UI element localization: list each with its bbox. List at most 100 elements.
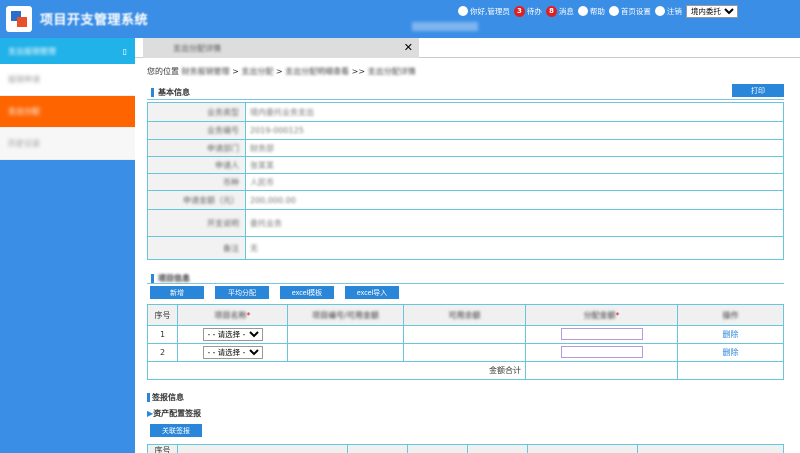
logout-label: 注销: [666, 6, 682, 16]
column-header: 项目编号/可用金额: [287, 304, 404, 326]
info-key-text: 申请人: [215, 160, 239, 170]
user-icon: [458, 6, 468, 16]
info-key-text: 备注: [223, 243, 239, 253]
info-key: 开支说明: [147, 209, 246, 237]
help-icon: [577, 6, 588, 16]
sidebar-item-3[interactable]: 历史记录: [0, 128, 135, 160]
total-row: 金额合计: [147, 361, 784, 380]
info-value-text: 张某某: [250, 160, 274, 170]
info-row: 备注 无: [147, 236, 784, 260]
breadcrumb-item[interactable]: 财务报销管理: [182, 67, 230, 76]
sidebar-item-2[interactable]: 支出分配: [0, 96, 135, 128]
sidebar-item-label: 报销申请: [8, 75, 40, 84]
todo-count-badge: 3: [513, 5, 525, 17]
project-select[interactable]: - - 请选择 - -: [202, 346, 263, 359]
column-header-text: 分配金额: [583, 310, 616, 320]
logout-link[interactable]: 注销: [654, 6, 682, 17]
sidebar-item-1[interactable]: 报销申请: [0, 64, 135, 96]
column-header: 序号: [147, 444, 178, 453]
amount-cell: [525, 325, 678, 344]
breadcrumb-item[interactable]: 支出分配明细查看: [285, 67, 349, 76]
print-button[interactable]: 打印: [732, 84, 784, 97]
column-header: [407, 444, 468, 453]
average-split-button[interactable]: 平均分配: [215, 286, 269, 299]
info-row: 申请部门 财务部: [147, 139, 784, 157]
info-key: 备注: [147, 236, 246, 260]
sidebar-item-label: 支出分配: [8, 107, 40, 116]
tab-label: 支出分配详情: [173, 43, 221, 53]
column-header: 分配金额*: [525, 304, 678, 326]
info-value-text: 无: [250, 243, 258, 253]
row-number: 1: [147, 325, 178, 344]
add-button[interactable]: 新增: [150, 286, 204, 299]
info-value: 委托业务: [245, 209, 784, 237]
tab-detail[interactable]: 支出分配详情 ✕: [143, 38, 419, 58]
total-amount: [525, 361, 678, 380]
excel-import-button[interactable]: excel导入: [345, 286, 399, 299]
info-value: 200,000.00: [245, 190, 784, 210]
project-cell: - - 请选择 - -: [177, 343, 288, 362]
required-mark: *: [615, 310, 620, 320]
section-marker-icon: [147, 393, 150, 402]
info-key-text: 业务编号: [207, 126, 239, 135]
info-row: 业务编号 2019-000125: [147, 121, 784, 140]
home-settings-link[interactable]: 首页设置: [608, 6, 651, 17]
amount-input[interactable]: [560, 327, 643, 340]
link-report-button[interactable]: 关联签报: [150, 424, 202, 437]
delete-link[interactable]: 删除: [723, 330, 739, 339]
column-header-text: 项目名称: [214, 310, 247, 320]
info-value: 无: [245, 236, 784, 260]
info-key-text: 业务类型: [207, 107, 239, 117]
info-value: 人民币: [245, 173, 784, 191]
info-value-text: 境内委托业务支出: [250, 107, 314, 117]
basic-info-table: 业务类型 境内委托业务支出 业务编号 2019-000125 申请部门 财务部 申请人…: [147, 102, 784, 260]
sidebar-title: 支出报销管理: [8, 46, 56, 56]
column-header-text: 可用余额: [448, 310, 481, 320]
table-row: 1 - - 请选择 - - 删除: [147, 325, 784, 344]
divider: [147, 283, 784, 284]
scope-select[interactable]: 境内委托: [685, 4, 738, 18]
greeting[interactable]: 你好,管理员: [458, 6, 510, 17]
balance-cell: [403, 325, 526, 344]
column-header-text: 操作: [722, 310, 739, 320]
column-header: [347, 444, 408, 453]
todo-label: 待办: [526, 6, 542, 16]
top-nav: 你好,管理员 3 待办 8 消息 帮助 首页设置 注销 境内委托: [458, 4, 738, 18]
info-key: 币种: [147, 173, 246, 191]
help-link[interactable]: 帮助: [577, 6, 605, 17]
excel-template-button[interactable]: excel模板: [280, 286, 334, 299]
delete-link[interactable]: 删除: [723, 348, 739, 357]
message-link[interactable]: 8 消息: [545, 5, 574, 17]
total-label: 金额合计: [147, 361, 526, 380]
home-settings-label: 首页设置: [620, 6, 651, 16]
table-row: 2 - - 请选择 - - 删除: [147, 343, 784, 362]
todo-link[interactable]: 3 待办: [513, 5, 542, 17]
info-row: 申请人 张某某: [147, 156, 784, 174]
report-title-text: 签报信息: [152, 393, 184, 402]
info-key-text: 币种: [223, 177, 239, 187]
info-key: 申请金额（元）: [147, 190, 246, 210]
info-key: 业务编号: [147, 121, 246, 140]
amount-input[interactable]: [560, 345, 643, 358]
operation-cell: 删除: [677, 325, 784, 344]
greeting-label: 你好,管理员: [470, 6, 510, 16]
collapse-icon[interactable]: ▯: [123, 47, 127, 56]
info-key-text: 申请部门: [207, 143, 239, 153]
project-code-cell: [287, 343, 404, 362]
breadcrumb-item[interactable]: 支出分配: [241, 67, 273, 76]
balance-cell: [403, 343, 526, 362]
close-icon[interactable]: ✕: [404, 41, 413, 54]
info-value: 境内委托业务支出: [245, 102, 784, 122]
info-key-text: 申请金额（元）: [183, 195, 239, 205]
top-subtitle: [412, 22, 478, 31]
column-header: 可用余额: [403, 304, 526, 326]
info-value: 张某某: [245, 156, 784, 174]
info-value-text: 200,000.00: [250, 195, 296, 205]
sidebar-header[interactable]: 支出报销管理 ▯: [0, 38, 135, 64]
info-row: 申请金额（元） 200,000.00: [147, 190, 784, 210]
info-value-text: 人民币: [250, 177, 274, 187]
breadcrumb-prefix: 您的位置: [147, 67, 179, 76]
logout-icon: [654, 6, 665, 16]
project-select[interactable]: - - 请选择 - -: [202, 328, 263, 341]
amount-cell: [525, 343, 678, 362]
